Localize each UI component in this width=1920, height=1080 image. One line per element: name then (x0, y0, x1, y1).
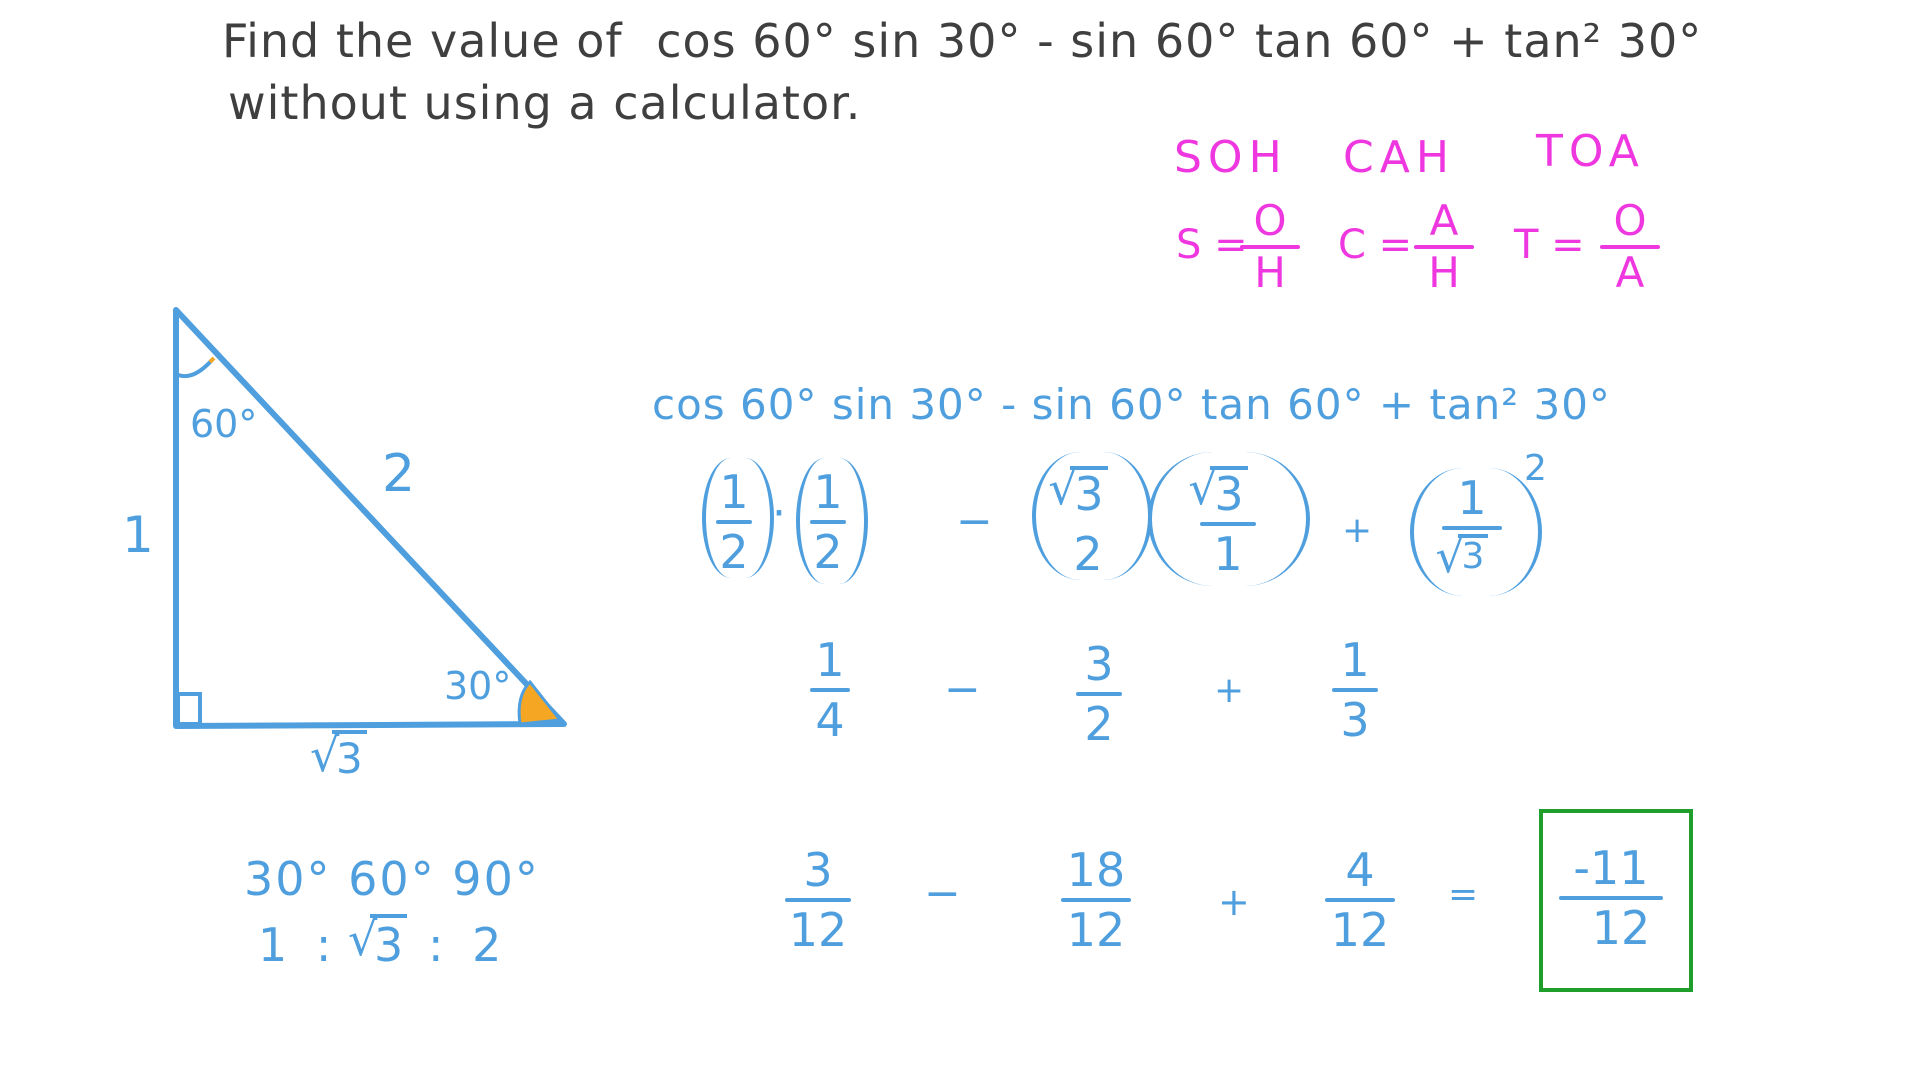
fraction-bar (1076, 692, 1122, 697)
operator-plus: + (1214, 670, 1245, 711)
fraction-bar (810, 520, 846, 525)
operator-plus: + (1342, 510, 1373, 551)
ratio-side-3: 2 (472, 918, 502, 972)
sub-term-1: 1 2 (712, 468, 756, 577)
operator-minus: − (924, 868, 961, 919)
answer-denominator: 12 (1591, 901, 1651, 956)
sqrt-symbol: 3 (1436, 532, 1489, 580)
sub-term-2: 1 2 (806, 468, 850, 577)
numerator: 18 (1066, 843, 1126, 897)
fraction-bar (810, 688, 850, 693)
ratio-side-1: 1 (258, 918, 288, 972)
answer-numerator: -11 (1573, 841, 1649, 895)
ratio-angles: 30° 60° 90° (244, 852, 540, 906)
answer-fraction: -11 12 (1556, 844, 1666, 953)
sub-term-5: 1 3 (1432, 471, 1512, 580)
fraction-bar (785, 898, 851, 903)
denominator: 12 (788, 903, 848, 958)
numerator: 4 (1345, 843, 1375, 897)
fraction-bar (1332, 688, 1378, 693)
ratio-sides: 1 : 3 : 2 (258, 912, 502, 972)
numerator: 1 (1457, 471, 1487, 525)
denominator: 12 (1066, 903, 1126, 958)
right-angle-marker (176, 692, 202, 726)
ratio-colon: : (315, 918, 332, 972)
denominator: 2 (1084, 697, 1114, 752)
operator-dot: · (772, 488, 786, 539)
simplified-term-1: 1 4 (800, 636, 860, 745)
simplified-term-2: 3 2 (1064, 640, 1134, 749)
fraction-bar (1559, 896, 1663, 901)
denominator: 3 (1340, 693, 1370, 748)
denominator: 12 (1330, 903, 1390, 958)
operator-minus: − (956, 496, 993, 547)
sqrt-symbol: 3 (1188, 464, 1248, 518)
solution-expression: cos 60° sin 30° - sin 60° tan 60° + tan²… (652, 380, 1611, 429)
numerator: 3 (803, 843, 833, 897)
triangle-hypotenuse: 2 (382, 444, 416, 504)
top-angle-arc (175, 358, 214, 379)
sub-term-3: 3 2 (1046, 464, 1130, 582)
numerator: 3 (1188, 464, 1248, 518)
common-term-1: 3 12 (778, 846, 858, 955)
operator-minus: − (944, 664, 981, 715)
common-term-2: 18 12 (1056, 846, 1136, 955)
sqrt-symbol: 3 (1048, 464, 1108, 518)
denominator: 3 (1436, 532, 1489, 580)
numerator: 1 (1340, 633, 1370, 687)
fraction-bar (1200, 522, 1256, 527)
numerator: 3 (1048, 464, 1108, 518)
bottom-angle-fill (517, 679, 563, 726)
simplified-term-3: 1 3 (1320, 636, 1390, 745)
fraction-bar (1061, 898, 1131, 903)
denominator: 4 (815, 693, 845, 748)
numerator: 1 (815, 633, 845, 687)
numerator: 3 (1084, 637, 1114, 691)
denominator: 1 (1213, 527, 1243, 582)
numerator: 1 (813, 465, 843, 519)
operator-equals: = (1448, 874, 1479, 915)
denominator: 2 (1073, 527, 1103, 582)
triangle-horizontal-side: 3 (310, 728, 367, 783)
fraction-bar (716, 520, 752, 525)
triangle-top-angle: 60° (190, 402, 258, 446)
triangle-bottom-angle: 30° (444, 664, 512, 708)
sqrt-symbol: 3 (310, 728, 367, 783)
triangle-vertical-side: 1 (122, 506, 154, 564)
ratio-side-2: 3 (348, 912, 408, 972)
sub-term-4: 3 1 (1188, 464, 1268, 582)
numerator: 1 (719, 465, 749, 519)
ratio-colon: : (427, 918, 444, 972)
common-term-3: 4 12 (1320, 846, 1400, 955)
operator-plus: + (1218, 880, 1250, 924)
denominator: 2 (813, 525, 843, 580)
fraction-bar (1325, 898, 1395, 903)
top-angle-tick (208, 356, 216, 364)
exponent: 2 (1524, 448, 1547, 489)
denominator: 2 (719, 525, 749, 580)
